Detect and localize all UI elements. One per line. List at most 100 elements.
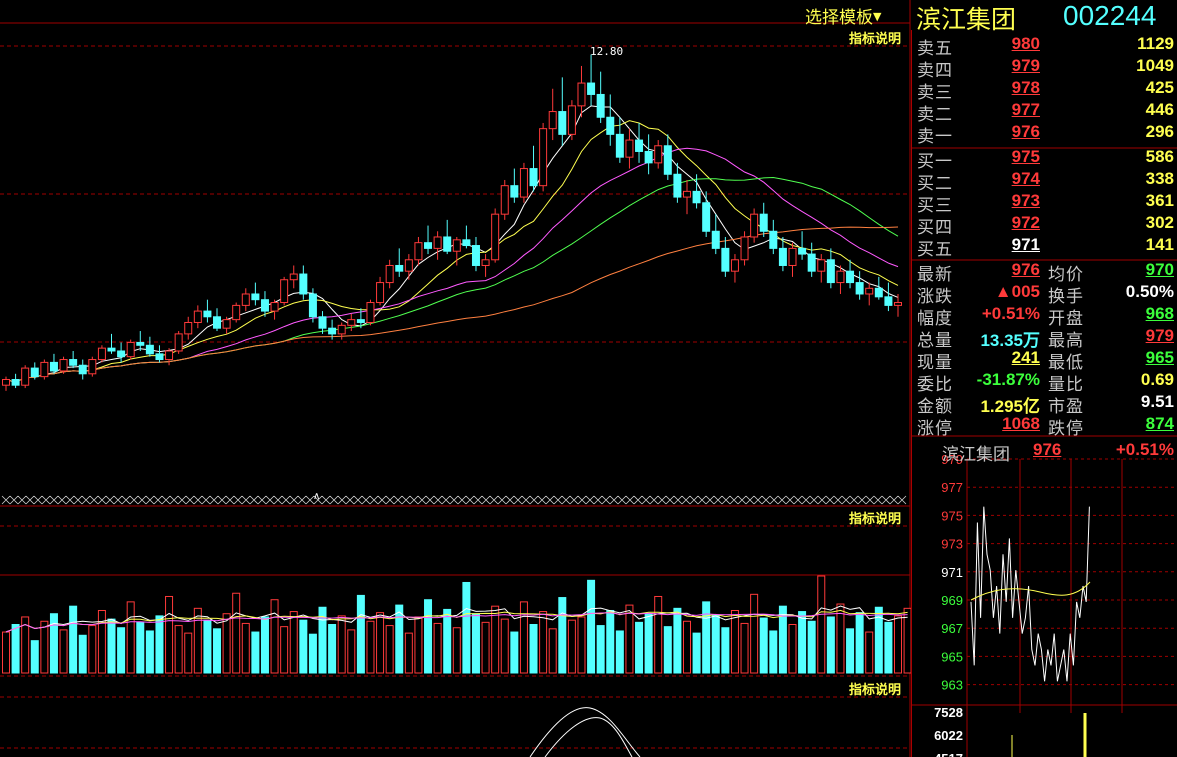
max-price-label: 12.80 [590,45,624,58]
volume-bar [299,619,308,674]
row-value-2: 965 [1145,348,1174,367]
candle-body [807,253,816,272]
volume-bar [606,609,615,674]
candle [88,356,97,377]
volume-bar [404,632,413,674]
volume-bar [865,631,874,674]
candle [529,145,538,192]
candle-body [376,282,385,304]
candle-body [644,150,653,164]
candle [846,259,855,289]
candle [817,254,826,283]
sell-row: 卖四 979 1049 [912,56,1177,81]
volume-bar [654,595,663,674]
volume-bar [471,613,480,674]
candle-body [366,302,375,323]
candle [59,356,68,374]
row-label: 买五 [917,240,953,260]
dropdown-arrow-icon: ▼ [873,10,882,23]
candle [337,322,346,340]
quote-row: 现量 最低 241 965 [912,348,1177,373]
candle-body [213,316,222,329]
candle-body [40,361,49,378]
volume-bar [462,581,471,674]
volume-bar [414,616,423,674]
volume-bar [730,609,739,674]
candle [452,236,461,266]
candle-body [519,168,528,198]
volume-bar [635,621,644,674]
candle-body [894,302,902,306]
candle [798,231,807,260]
volume-bar [59,629,68,674]
volume-bar [443,608,452,674]
candle-body [874,287,883,298]
sell-row: 卖三 978 425 [912,78,1177,103]
template-selector[interactable]: 选择模板▼ [805,3,881,28]
indicator-note-bottom[interactable]: 指标说明 [849,679,901,698]
candle-body [222,319,231,329]
row-value-2: 296 [1145,122,1174,141]
candle-body [299,273,308,295]
volume-bar [644,613,653,674]
row-value: 975 [1011,147,1040,166]
candle-body [251,293,260,301]
quote-row: 最新 均价 976 970 [912,260,1177,285]
candle [289,265,298,289]
volume-bar [270,599,279,674]
volume-bar [11,624,20,674]
row-value: 979 [1011,56,1040,75]
volume-bar [817,575,826,674]
volume-bar [894,615,902,674]
ma-line-60 [5,226,899,383]
row-value-2: 979 [1145,326,1174,345]
candle-body [462,239,471,247]
indicator-note-main[interactable]: 指标说明 [849,28,901,47]
candle-body [500,185,509,215]
candle [251,282,260,306]
row-value: 972 [1011,213,1040,232]
volume-bar [366,620,375,674]
quote-row: 委比 量比 -31.87% 0.69 [912,370,1177,395]
buy-row: 买五 971 141 [912,235,1177,260]
row-value: 1068 [1002,414,1040,433]
candle [663,134,672,180]
volume-bar [232,592,241,674]
row-value: 978 [1011,78,1040,97]
candle-body [184,321,193,335]
indicator-note-volume[interactable]: 指标说明 [849,508,901,527]
volume-bar [30,640,39,674]
quote-row: 金额 市盈 1.295亿 9.51 [912,392,1177,417]
candle [874,276,883,300]
volume-bar [184,632,193,674]
volume-bar [558,597,567,674]
candle-body [625,139,634,158]
volume-bar [769,630,778,674]
row-value-2: 0.69 [1140,370,1174,389]
volume-bar [826,616,835,674]
candle [730,254,739,283]
volume-bar [481,621,490,674]
candle [587,54,596,106]
volume-bar [491,605,500,674]
buy-row: 买一 975 586 [912,147,1177,172]
candlestick-series [2,54,902,391]
candle [2,376,10,391]
indicator-line-1 [529,707,641,757]
candle [491,208,500,263]
candle [165,348,174,366]
candle-body [107,347,116,352]
candle-body [673,173,682,198]
candle-body [721,247,730,272]
scroll-marker-icon[interactable]: ∧ [313,491,320,502]
buy-row: 买二 974 338 [912,169,1177,194]
candle [759,202,768,237]
mini-price: 976 [1033,440,1062,459]
candle [539,122,548,192]
candle [894,293,902,317]
candle-body [174,333,183,352]
candle-body [308,293,317,318]
candle [97,345,106,363]
candle-body [606,116,615,135]
row-value-2: 874 [1145,414,1174,433]
